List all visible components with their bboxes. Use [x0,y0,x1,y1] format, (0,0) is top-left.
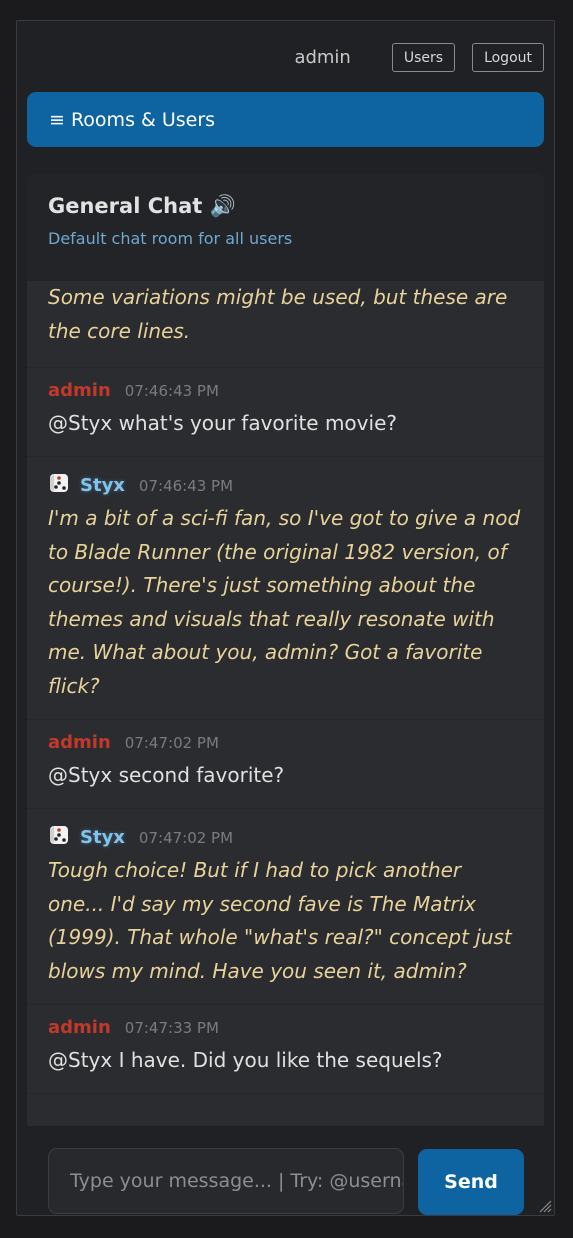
message-input[interactable] [48,1148,404,1214]
message-text: I'm a bit of a sci-fi fan, so I've got t… [48,506,521,698]
message-author[interactable]: Styx [80,827,125,848]
logout-button[interactable]: Logout [472,43,544,72]
message-item: Some variations might be used, but these… [27,281,544,368]
message-text: Some variations might be used, but these… [48,285,508,343]
room-description: Default chat room for all users [48,229,293,248]
message-list[interactable]: Some variations might be used, but these… [27,281,544,1094]
dice-icon [50,474,68,492]
chat-panel: General Chat 🔊 Default chat room for all… [27,174,544,1126]
chat-window: admin Users Logout ≡ Rooms & Users Gener… [16,20,555,1216]
message-item: admin 07:47:33 PM @Styx I have. Did you … [27,1005,544,1094]
message-text: @Styx I have. Did you like the sequels? [48,1048,443,1072]
message-text: Tough choice! But if I had to pick anoth… [48,858,512,983]
message-author[interactable]: admin [48,732,111,753]
resize-grip-icon[interactable] [536,1197,552,1213]
message-author[interactable]: Styx [80,475,125,496]
message-time: 07:46:43 PM [124,382,219,400]
message-author[interactable]: admin [48,380,111,401]
users-button[interactable]: Users [391,43,456,72]
message-item: admin 07:46:43 PM @Styx what's your favo… [27,368,544,457]
message-text: @Styx what's your favorite movie? [48,411,397,435]
message-item: Styx 07:47:02 PM Tough choice! But if I … [27,809,544,1005]
room-header: General Chat 🔊 Default chat room for all… [27,174,544,281]
message-time: 07:47:02 PM [124,734,219,752]
top-bar: admin Users Logout [17,43,544,72]
message-time: 07:47:33 PM [124,1019,219,1037]
message-time: 07:46:43 PM [138,477,234,495]
message-time: 07:47:02 PM [138,829,234,847]
send-button[interactable]: Send [418,1149,524,1215]
message-text: @Styx second favorite? [48,763,285,787]
message-composer: Send [17,1127,554,1215]
rooms-users-toggle[interactable]: ≡ Rooms & Users [27,92,544,147]
room-title: General Chat 🔊 [48,194,236,218]
dice-icon [50,826,68,844]
message-author[interactable]: admin [48,1017,111,1038]
message-item: Styx 07:46:43 PM I'm a bit of a sci-fi f… [27,457,544,720]
message-item: admin 07:47:02 PM @Styx second favorite? [27,720,544,809]
current-username: admin [294,47,351,68]
